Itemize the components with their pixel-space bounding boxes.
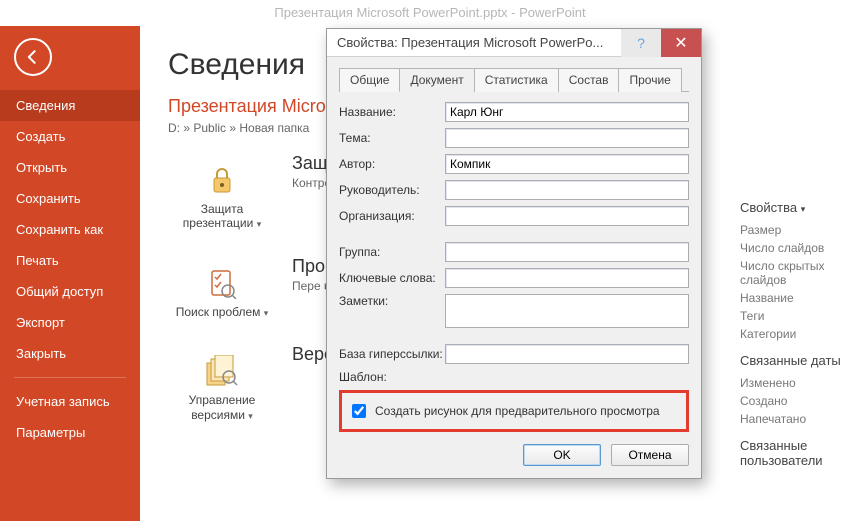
sidebar-item-close[interactable]: Закрыть: [0, 338, 140, 369]
backstage-sidebar: Сведения Создать Открыть Сохранить Сохра…: [0, 26, 140, 521]
sidebar-item-save[interactable]: Сохранить: [0, 183, 140, 214]
company-input[interactable]: [445, 206, 689, 226]
subject-label: Тема:: [339, 131, 445, 145]
manager-label: Руководитель:: [339, 183, 445, 197]
sidebar-item-info[interactable]: Сведения: [0, 90, 140, 121]
sidebar-item-saveas[interactable]: Сохранить как: [0, 214, 140, 245]
tab-contents[interactable]: Состав: [558, 68, 620, 92]
prop-slides[interactable]: Число слайдов: [740, 239, 860, 257]
title-input[interactable]: [445, 102, 689, 122]
save-preview-label: Создать рисунок для предварительного про…: [375, 404, 660, 418]
chevron-down-icon: ▾: [264, 308, 269, 318]
template-label: Шаблон:: [339, 370, 689, 384]
chevron-down-icon: ▾: [801, 204, 806, 214]
keywords-label: Ключевые слова:: [339, 271, 445, 285]
sidebar-item-account[interactable]: Учетная запись: [0, 386, 140, 417]
hyperlink-input[interactable]: [445, 344, 689, 364]
protect-presentation-button[interactable]: Защита презентации ▾: [168, 153, 276, 238]
help-icon: ?: [637, 35, 645, 51]
tab-general[interactable]: Общие: [339, 68, 400, 92]
help-button[interactable]: ?: [621, 29, 661, 57]
keywords-input[interactable]: [445, 268, 689, 288]
chevron-down-icon: ▾: [248, 411, 253, 421]
arrow-left-icon: [23, 47, 43, 67]
manager-input[interactable]: [445, 180, 689, 200]
prop-printed: Напечатано: [740, 410, 860, 428]
comments-label: Заметки:: [339, 294, 445, 308]
dialog-tabs: Общие Документ Статистика Состав Прочие: [339, 67, 689, 92]
cancel-button[interactable]: Отмена: [611, 444, 689, 466]
category-input[interactable]: [445, 242, 689, 262]
save-preview-checkbox-row[interactable]: Создать рисунок для предварительного про…: [339, 390, 689, 432]
prop-size[interactable]: Размер: [740, 221, 860, 239]
dialog-titlebar[interactable]: Свойства: Презентация Microsoft PowerPo.…: [327, 29, 701, 57]
lock-icon: [173, 162, 271, 198]
close-icon: ✕: [674, 33, 687, 53]
tab-statistics[interactable]: Статистика: [474, 68, 559, 92]
sidebar-separator: [14, 377, 126, 378]
ok-button[interactable]: OK: [523, 444, 601, 466]
prop-tags[interactable]: Теги: [740, 307, 860, 325]
author-input[interactable]: [445, 154, 689, 174]
related-dates-heading: Связанные даты: [740, 353, 860, 368]
sidebar-item-open[interactable]: Открыть: [0, 152, 140, 183]
back-button[interactable]: [14, 38, 52, 76]
card-label: Управление версиями ▾: [173, 393, 271, 422]
sidebar-item-export[interactable]: Экспорт: [0, 307, 140, 338]
prop-title[interactable]: Название: [740, 289, 860, 307]
prop-categories[interactable]: Категории: [740, 325, 860, 343]
category-label: Группа:: [339, 245, 445, 259]
dialog-title: Свойства: Презентация Microsoft PowerPo.…: [327, 35, 621, 50]
versions-icon: [173, 353, 271, 389]
app-titlebar: Презентация Microsoft PowerPoint.pptx - …: [0, 0, 860, 26]
sidebar-item-new[interactable]: Создать: [0, 121, 140, 152]
properties-dialog: Свойства: Презентация Microsoft PowerPo.…: [326, 28, 702, 479]
card-label: Поиск проблем ▾: [173, 305, 271, 319]
related-people-heading: Связанные пользователи: [740, 438, 860, 468]
properties-panel: Свойства ▾ Размер Число слайдов Число ск…: [740, 190, 860, 474]
chevron-down-icon: ▾: [257, 219, 262, 229]
sidebar-item-options[interactable]: Параметры: [0, 417, 140, 448]
subject-input[interactable]: [445, 128, 689, 148]
author-label: Автор:: [339, 157, 445, 171]
company-label: Организация:: [339, 209, 445, 223]
prop-hidden-slides[interactable]: Число скрытых слайдов: [740, 257, 860, 289]
sidebar-item-print[interactable]: Печать: [0, 245, 140, 276]
prop-created: Создано: [740, 392, 860, 410]
properties-heading[interactable]: Свойства ▾: [740, 200, 860, 215]
checklist-icon: [173, 265, 271, 301]
tab-document[interactable]: Документ: [399, 68, 474, 92]
manage-versions-button[interactable]: Управление версиями ▾: [168, 344, 276, 429]
comments-input[interactable]: [445, 294, 689, 328]
prop-modified: Изменено: [740, 374, 860, 392]
title-label: Название:: [339, 105, 445, 119]
card-label: Защита презентации ▾: [173, 202, 271, 231]
tab-custom[interactable]: Прочие: [618, 68, 681, 92]
check-issues-button[interactable]: Поиск проблем ▾: [168, 256, 276, 326]
close-button[interactable]: ✕: [661, 29, 701, 57]
save-preview-checkbox[interactable]: [352, 404, 366, 418]
sidebar-item-share[interactable]: Общий доступ: [0, 276, 140, 307]
hyperlink-label: База гиперссылки:: [339, 347, 445, 361]
